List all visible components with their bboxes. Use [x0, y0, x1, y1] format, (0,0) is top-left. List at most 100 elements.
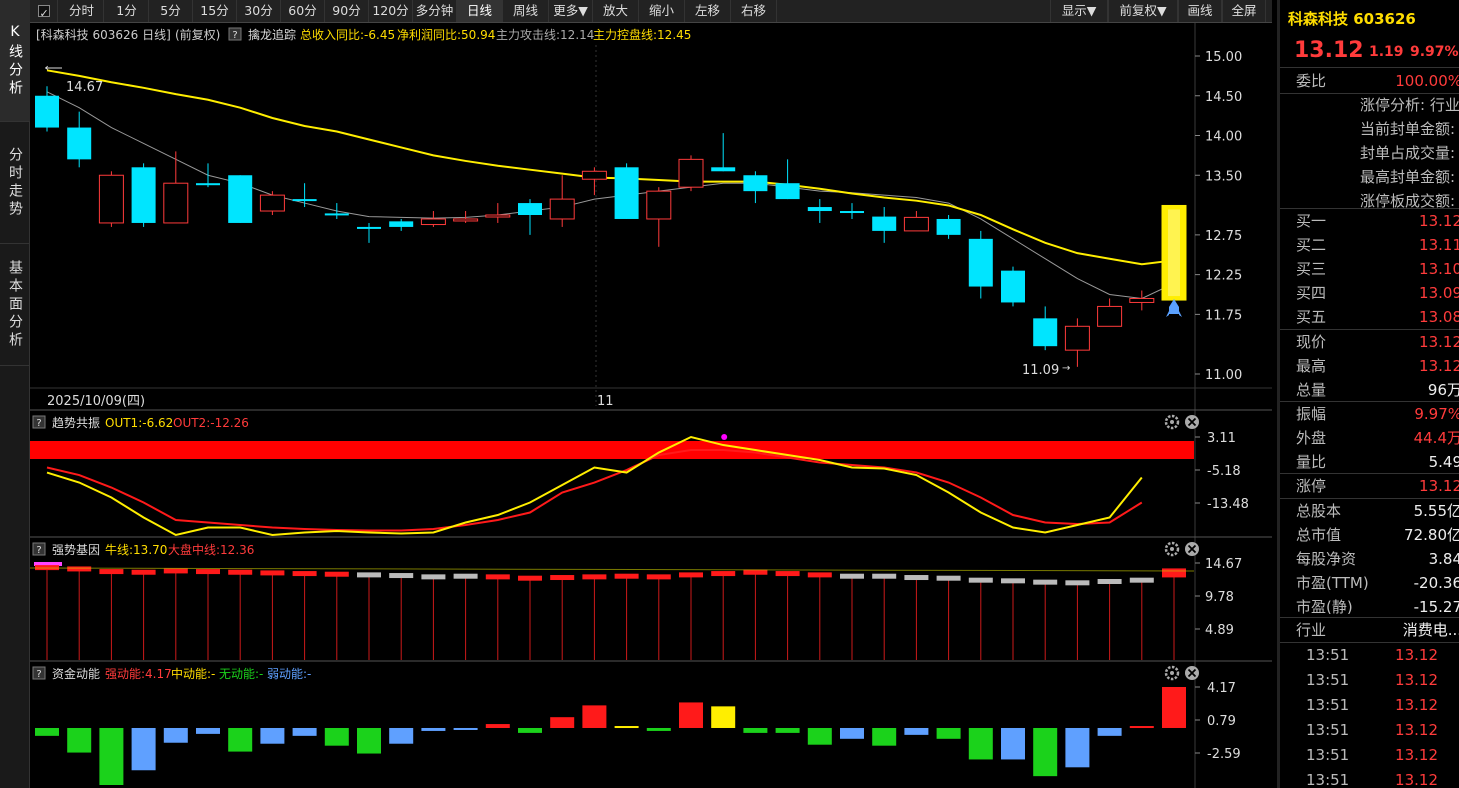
toolbar-tab-13[interactable]: 缩小	[639, 0, 685, 22]
gear-icon-center	[1170, 547, 1174, 551]
p4-bar	[196, 727, 220, 734]
left-tab-2[interactable]: 基本面分析	[0, 244, 30, 366]
quote-row-1-key: 最高	[1296, 357, 1327, 375]
p4-bar	[1033, 727, 1058, 777]
candle-body	[420, 218, 446, 226]
p4-bar	[67, 727, 92, 753]
p3-bar	[163, 568, 188, 574]
p3-bar	[292, 571, 317, 577]
tick-time: 13:51	[1306, 746, 1350, 764]
toolbar-tab-6[interactable]: 90分	[325, 0, 369, 22]
p4-bar	[260, 727, 285, 744]
p3-bar	[1097, 578, 1122, 584]
toolbar-tab-5[interactable]: 60分	[281, 0, 325, 22]
toolbar-right-2[interactable]: 画线	[1178, 0, 1222, 22]
low-label: 11.09	[1022, 363, 1059, 378]
toolbar-tab-14[interactable]: 左移	[685, 0, 731, 22]
tick-row-1: 13:51 13.12	[1280, 668, 1459, 692]
candle-body	[614, 167, 639, 219]
quote2-row-2: 量比 5.49	[1280, 450, 1459, 474]
tick-price: 13.12	[1395, 696, 1438, 714]
p4-bar	[550, 717, 575, 728]
bid-row-0: 买一 13.12	[1280, 209, 1459, 233]
toolbar-right-0[interactable]: 显示▼	[1050, 0, 1108, 22]
p3-bar	[936, 575, 961, 581]
toolbar-tab-0[interactable]: 分时	[60, 0, 104, 22]
tick-price: 13.12	[1395, 646, 1438, 664]
divider	[1280, 67, 1459, 68]
toolbar-tab-2[interactable]: 5分	[149, 0, 193, 22]
candle-body	[98, 174, 124, 224]
candle-body	[1001, 270, 1025, 303]
toolbar-tab-7[interactable]: 120分	[369, 0, 413, 22]
fund-row-0-key: 总股本	[1296, 502, 1342, 520]
p4-bar	[485, 724, 510, 728]
left-vertical-tabs: K线分析 分时走势 基本面分析	[0, 0, 30, 788]
bid-row-2: 买三 13.10	[1280, 257, 1459, 281]
bid-row-0-key: 买一	[1296, 212, 1327, 230]
candle-body	[259, 194, 285, 212]
candle-body	[163, 182, 189, 224]
weibi-row: 委比 100.00%	[1280, 69, 1459, 93]
bid-row-2-value: 13.10	[1419, 260, 1459, 278]
indicator-value-2: 主力攻击线:12.14	[496, 28, 594, 42]
chart-svg[interactable]: [科森科技 603626 日线] (前复权)? 擒龙追踪 总收入同比:-6.45 净利润…	[30, 23, 1272, 788]
p4-bar	[807, 727, 832, 745]
toolbar-tab-8[interactable]: 多分钟	[413, 0, 457, 22]
toolbar-right-3[interactable]: 全屏	[1222, 0, 1266, 22]
candle-body	[1129, 297, 1155, 303]
stock-title: 科森科技 603626	[1288, 10, 1416, 28]
y-tick-label: 12.25	[1205, 269, 1242, 284]
chart-area: [科森科技 603626 日线] (前复权)? 擒龙追踪 总收入同比:-6.45 净利润…	[30, 23, 1272, 788]
p3-bar	[775, 571, 800, 577]
panel-value-mid: 大盘中线:12.36	[168, 542, 254, 557]
quote-row-2: 总量 96万	[1280, 378, 1459, 402]
p4-bar	[1162, 687, 1186, 728]
candle-body	[228, 175, 253, 223]
high-arrow-icon: ←	[45, 63, 53, 74]
toolbar-tab-10[interactable]: 周线	[503, 0, 549, 22]
toolbar-tab-3[interactable]: 15分	[193, 0, 237, 22]
p3-tick-label: 4.89	[1205, 623, 1234, 638]
y-tick-label: 14.50	[1205, 90, 1242, 105]
p4-bar	[421, 727, 446, 731]
tick-row-0: 13:51 13.12	[1280, 643, 1459, 667]
toolbar-tab-9[interactable]: 日线	[457, 0, 503, 22]
left-tab-0[interactable]: K线分析	[0, 0, 30, 122]
tick-time: 13:51	[1306, 721, 1350, 739]
panel2-red-band	[30, 441, 1194, 459]
p4-bar	[582, 705, 607, 728]
p3-bar	[582, 574, 607, 580]
toolbar-tab-15[interactable]: 右移	[731, 0, 777, 22]
p3-bar	[614, 573, 639, 579]
toolbar-tab-1[interactable]: 1分	[105, 0, 149, 22]
p2-tick-label: -5.18	[1207, 464, 1241, 479]
industry-row-value: 消费电...	[1402, 621, 1459, 639]
toolbar-tab-12[interactable]: 放大	[593, 0, 639, 22]
toolbar-right-1[interactable]: 前复权▼	[1108, 0, 1178, 22]
bid-row-1-value: 13.11	[1419, 236, 1459, 254]
bid-row-0-value: 13.12	[1419, 212, 1459, 230]
p4-bar	[324, 727, 349, 746]
candle-body	[292, 199, 317, 202]
p4-bar	[743, 727, 768, 733]
panel-value-weak: 弱动能:-	[267, 667, 311, 681]
p4-bar	[968, 727, 993, 760]
bid-row-4-value: 13.08	[1419, 308, 1459, 326]
help-icon-text: ?	[36, 545, 41, 556]
fund-row-2-value: 3.84	[1428, 550, 1459, 568]
panel-value-out2: OUT2:-12.26	[173, 416, 249, 430]
date-label: 2025/10/09(四)	[47, 394, 145, 409]
toolbar-tab-11[interactable]: 更多▼	[549, 0, 593, 22]
p2-tick-label: -13.48	[1207, 497, 1249, 512]
chart-select-checkbox[interactable]	[30, 0, 58, 25]
left-tab-1[interactable]: 分时走势	[0, 122, 30, 244]
candle-body	[1097, 305, 1123, 327]
candle-body	[131, 167, 156, 223]
bid-row-4: 买五 13.08	[1280, 305, 1459, 329]
p3-bar	[679, 572, 703, 578]
p4-bar	[1129, 726, 1154, 729]
toolbar-tab-4[interactable]: 30分	[237, 0, 281, 22]
candle-body	[775, 183, 800, 200]
candle-body	[35, 95, 59, 128]
